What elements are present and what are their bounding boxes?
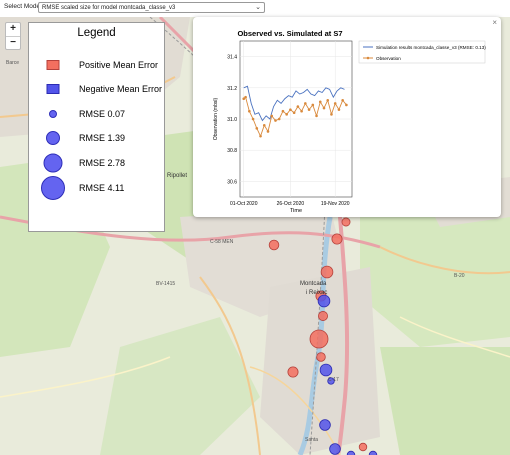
station-marker[interactable] <box>317 294 331 308</box>
station-marker[interactable] <box>309 329 329 349</box>
x-tick-label: 19-Nov 2020 <box>321 201 350 207</box>
chart-legend: Simulation results montcada_classe_v3 (R… <box>358 40 486 64</box>
observation-point <box>304 102 307 105</box>
model-select-value: RMSE scaled size for model montcada_clas… <box>42 4 176 11</box>
map-label-c17: C-17 <box>328 377 339 383</box>
y-tick-label: 31.4 <box>227 55 237 61</box>
observation-point <box>262 123 266 127</box>
negative-square-icon <box>46 84 60 94</box>
observation-point <box>281 109 285 113</box>
observation-point <box>259 134 262 138</box>
legend-item-negative: Negative Mean Error <box>29 78 164 100</box>
model-select-dropdown[interactable]: RMSE scaled size for model montcada_clas… <box>38 2 265 13</box>
close-icon[interactable]: × <box>492 18 497 27</box>
station-marker[interactable] <box>316 352 326 362</box>
legend-obs-label: Observation <box>376 56 401 61</box>
y-tick-label: 30.6 <box>227 179 237 185</box>
station-marker[interactable] <box>287 366 299 378</box>
observation-point <box>345 103 348 107</box>
observation-point <box>296 105 300 108</box>
map-label-c58: C-58 MEN <box>210 239 234 245</box>
rmse-circle-icon <box>41 176 65 200</box>
observation-point <box>266 130 270 133</box>
green-area <box>380 347 510 455</box>
observation-point <box>311 103 315 107</box>
station-marker[interactable] <box>346 450 356 455</box>
map-label-santa: Santa <box>305 437 319 443</box>
observation-point <box>341 98 344 102</box>
observation-point <box>337 108 341 111</box>
legend-panel: Legend Positive Mean Error Negative Mean… <box>28 22 165 232</box>
legend-label: RMSE 0.07 <box>79 109 126 119</box>
legend-label: RMSE 1.39 <box>79 133 126 143</box>
observation-point <box>270 114 274 118</box>
x-tick-label: 26-Oct 2020 <box>277 201 305 207</box>
legend-title: Legend <box>77 27 116 39</box>
map-label-b20: B-20 <box>454 273 465 279</box>
station-marker[interactable] <box>268 239 280 251</box>
zoom-out-button[interactable]: − <box>6 36 20 50</box>
observation-point <box>307 108 311 111</box>
legend-item-rmse: RMSE 0.07 <box>29 103 164 125</box>
observation-point <box>292 111 296 115</box>
legend-item-positive: Positive Mean Error <box>29 54 164 76</box>
station-marker[interactable] <box>319 419 331 431</box>
map-label-ripollet: Ripollet <box>167 173 188 179</box>
rmse-circle-icon <box>43 153 63 173</box>
y-tick-label: 30.8 <box>227 148 237 154</box>
observation-point <box>300 109 303 113</box>
observation-point <box>333 102 337 105</box>
rmse-circle-icon <box>49 110 57 118</box>
station-marker[interactable] <box>329 443 341 455</box>
observation-point <box>318 100 322 104</box>
green-area <box>360 207 510 347</box>
rmse-circle-icon <box>46 131 60 145</box>
station-popup: × Observed vs. Simulated at S7 30.6 30.8 3… <box>193 17 501 217</box>
map-label-bv1415: BV-1415 <box>156 281 176 287</box>
legend-sim-label: Simulation results montcada_classe_v3 (R… <box>376 45 486 50</box>
observation-point <box>251 117 255 121</box>
observation-point <box>277 117 281 121</box>
legend-item-rmse: RMSE 4.11 <box>29 176 164 200</box>
model-select-bar: Select Model: RMSE scaled size for model… <box>0 0 510 17</box>
chevron-down-icon: ⌄ <box>255 4 261 11</box>
station-marker[interactable] <box>341 217 351 227</box>
x-axis-label: Time <box>290 208 302 214</box>
station-marker[interactable] <box>331 233 343 245</box>
station-marker[interactable] <box>320 265 334 279</box>
legend-label: Positive Mean Error <box>79 60 159 70</box>
legend-label: RMSE 2.78 <box>79 158 126 168</box>
observation-point <box>255 127 259 130</box>
x-tick-label: 01-Oct 2020 <box>230 201 258 207</box>
legend-label: RMSE 4.11 <box>79 183 125 193</box>
observation-point <box>285 113 288 116</box>
observation-point <box>315 114 318 118</box>
observation-point <box>330 113 333 116</box>
station-marker[interactable] <box>368 450 378 455</box>
observation-point <box>289 108 292 111</box>
y-axis-label: Observation (mbsl) <box>213 98 219 141</box>
station-marker[interactable] <box>358 442 368 452</box>
chart-title: Observed vs. Simulated at S7 <box>237 29 342 38</box>
legend-item-rmse: RMSE 2.78 <box>29 152 164 174</box>
legend-label: Negative Mean Error <box>79 84 163 94</box>
observation-point <box>322 106 326 110</box>
observation-point <box>248 109 251 113</box>
zoom-control: + − <box>5 22 21 50</box>
positive-square-icon <box>46 60 60 70</box>
timeseries-chart: Observed vs. Simulated at S7 30.6 30.8 31.… <box>213 29 486 214</box>
y-tick-label: 31.2 <box>227 86 237 92</box>
station-marker[interactable] <box>319 363 333 377</box>
station-marker[interactable] <box>318 311 328 321</box>
legend-obs-marker <box>366 56 370 60</box>
observation-point <box>326 98 330 102</box>
map-label-reixac: i Reixac <box>306 290 328 296</box>
zoom-in-button[interactable]: + <box>6 23 20 36</box>
legend-item-rmse: RMSE 1.39 <box>29 127 164 149</box>
observation-point <box>274 119 277 122</box>
observation-point <box>244 95 247 99</box>
map-label-barcelona: Barce <box>6 60 20 66</box>
y-tick-label: 31.0 <box>227 117 237 123</box>
map-label-montcada: Montcada <box>300 281 327 287</box>
